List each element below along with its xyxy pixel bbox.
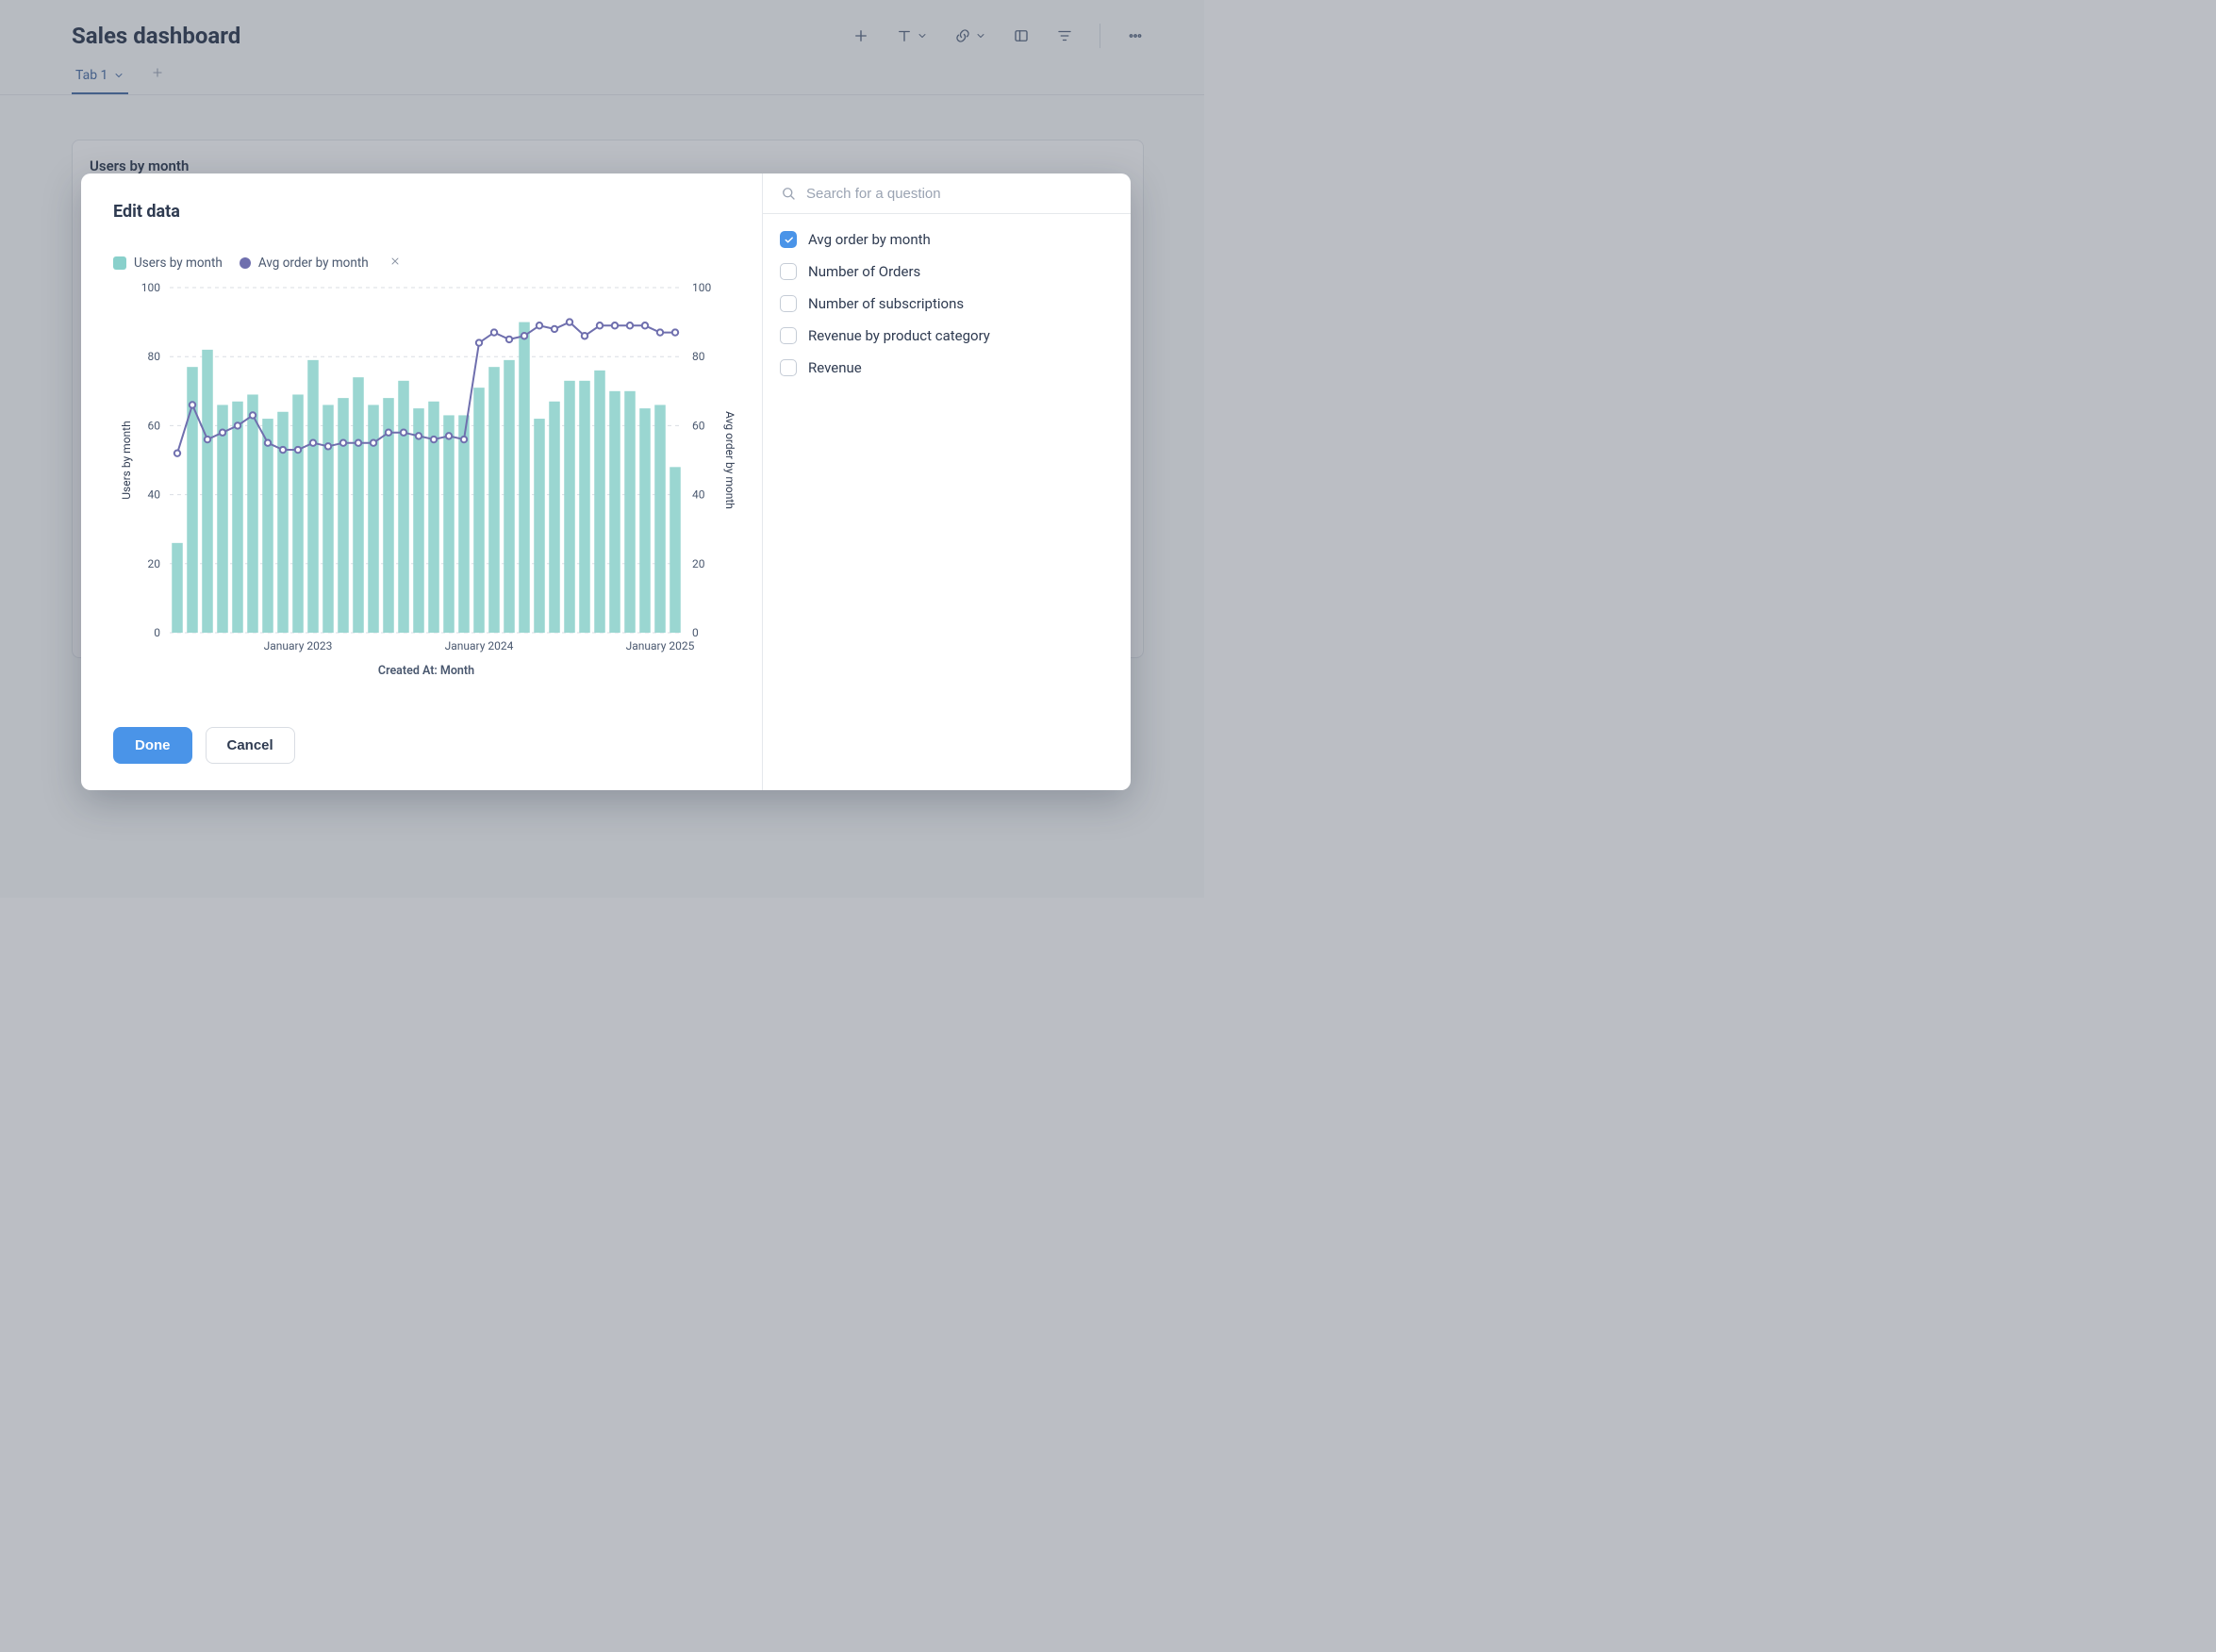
svg-text:0: 0: [154, 626, 160, 639]
option-label: Number of Orders: [808, 263, 920, 280]
svg-text:100: 100: [141, 281, 160, 294]
modal-title: Edit data: [113, 202, 736, 222]
search-input[interactable]: [806, 186, 1114, 202]
svg-text:80: 80: [692, 350, 705, 363]
legend-item-bars[interactable]: Users by month: [113, 256, 223, 271]
svg-text:60: 60: [692, 419, 705, 432]
legend-bar-label: Users by month: [134, 256, 223, 271]
checkbox-icon: [780, 231, 797, 248]
option-item[interactable]: Number of subscriptions: [769, 288, 1125, 320]
svg-text:Users by month: Users by month: [120, 421, 133, 499]
combo-chart: 0 0 20 20 40 40 60 60 80 80 100 100 January 2023 Janu…: [113, 276, 736, 682]
legend-item-line[interactable]: Avg order by month: [240, 256, 369, 271]
svg-text:20: 20: [148, 557, 161, 570]
checkbox-icon: [780, 295, 797, 312]
remove-series-button[interactable]: [386, 256, 405, 271]
svg-text:0: 0: [692, 626, 699, 639]
bar-swatch-icon: [113, 256, 126, 270]
svg-text:January 2024: January 2024: [445, 639, 514, 653]
line-swatch-icon: [240, 257, 251, 269]
chart-legend: Users by month Avg order by month: [113, 256, 736, 271]
checkbox-icon: [780, 359, 797, 376]
legend-line-label: Avg order by month: [258, 256, 369, 271]
option-item[interactable]: Avg order by month: [769, 223, 1125, 256]
svg-text:60: 60: [148, 419, 161, 432]
option-item[interactable]: Revenue by product category: [769, 320, 1125, 352]
svg-text:Created At: Month: Created At: Month: [378, 664, 474, 678]
option-label: Avg order by month: [808, 231, 931, 248]
cancel-button[interactable]: Cancel: [206, 727, 295, 764]
checkbox-icon: [780, 263, 797, 280]
checkbox-icon: [780, 327, 797, 344]
option-item[interactable]: Revenue: [769, 352, 1125, 384]
edit-data-modal: Edit data Users by month Avg order by mo…: [81, 173, 1131, 790]
svg-text:80: 80: [148, 350, 161, 363]
options-list: Avg order by month Number of Orders Number…: [763, 214, 1131, 393]
svg-text:40: 40: [692, 488, 705, 502]
svg-text:January 2023: January 2023: [264, 639, 333, 653]
svg-text:20: 20: [692, 557, 705, 570]
option-label: Revenue by product category: [808, 327, 990, 344]
svg-text:January 2025: January 2025: [626, 639, 695, 653]
search-icon: [780, 185, 797, 202]
option-item[interactable]: Number of Orders: [769, 256, 1125, 288]
option-label: Revenue: [808, 359, 862, 376]
done-button[interactable]: Done: [113, 727, 192, 764]
option-label: Number of subscriptions: [808, 295, 964, 312]
svg-text:100: 100: [692, 281, 711, 294]
chart-svg: 0 0 20 20 40 40 60 60 80 80 100 100 January 2023 Janu…: [113, 276, 736, 682]
svg-text:Avg order by month: Avg order by month: [723, 411, 736, 509]
svg-text:40: 40: [148, 488, 161, 502]
